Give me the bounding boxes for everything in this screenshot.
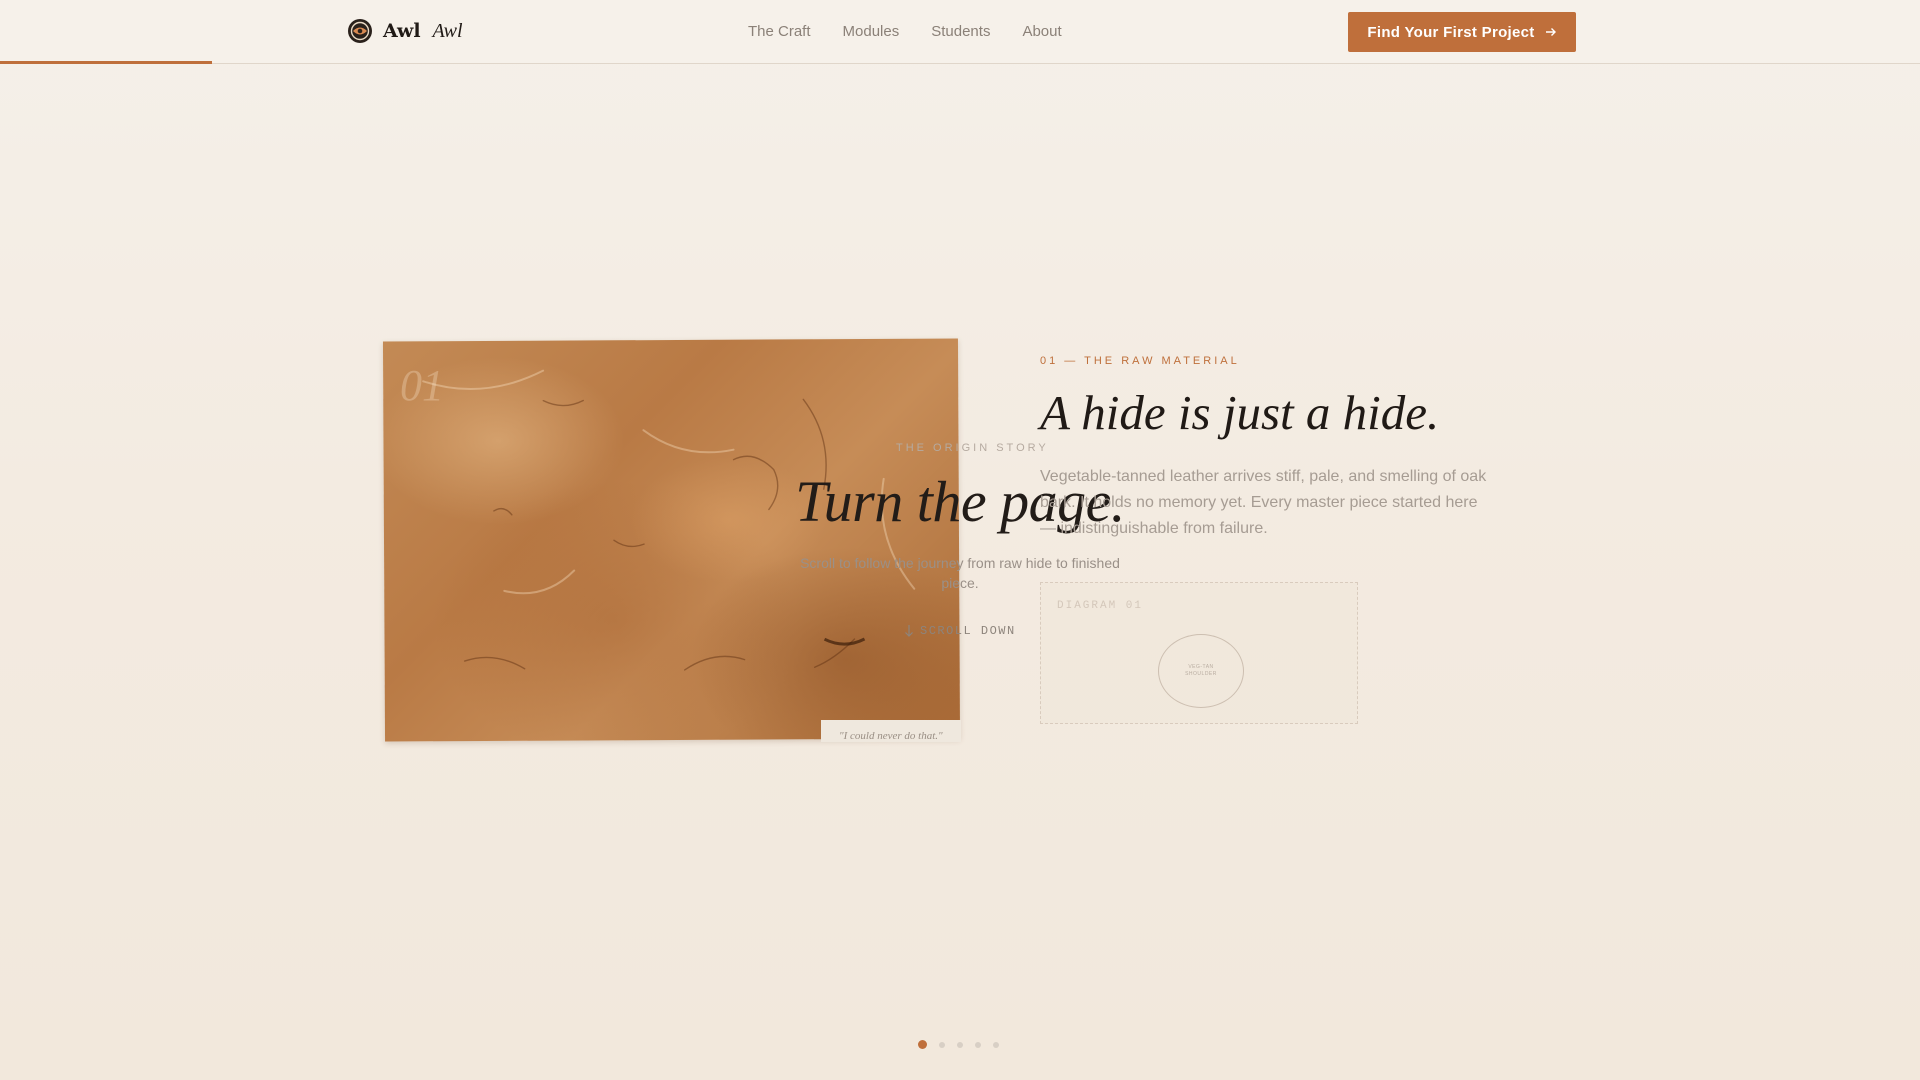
diagram-card: DIAGRAM 01 VEG-TAN SHOULDER <box>1040 582 1358 724</box>
brand-logo-link[interactable]: Awl Awl <box>347 18 463 44</box>
scroll-progress-bar <box>0 61 212 64</box>
main-nav: The Craft Modules Students About <box>748 23 1062 40</box>
pagination-dot[interactable] <box>993 1041 999 1048</box>
section-pagination <box>918 1040 999 1049</box>
pagination-dot[interactable] <box>939 1041 945 1048</box>
brand-name: Awl <box>383 20 421 42</box>
nav-item-about[interactable]: About <box>1022 23 1061 40</box>
pagination-dot-active[interactable] <box>918 1040 927 1049</box>
section-title: A hide is just a hide. <box>1040 385 1440 440</box>
photo-number: 01 <box>400 361 444 410</box>
diagram-text-line: SHOULDER <box>1185 671 1217 677</box>
cta-label: Find Your First Project <box>1367 23 1535 41</box>
nav-item-students[interactable]: Students <box>931 23 990 40</box>
section-body: Vegetable-tanned leather arrives stiff, … <box>1040 468 1487 537</box>
site-header: Awl Awl The Craft Modules Students About… <box>0 0 1920 64</box>
pagination-dot[interactable] <box>957 1041 963 1048</box>
nav-item-modules[interactable]: Modules <box>843 23 900 40</box>
diagram-text-line: VEG-TAN <box>1188 664 1214 670</box>
nav-item-the-craft[interactable]: The Craft <box>748 23 811 40</box>
scroll-down-label: SCROLL DOWN <box>920 624 1016 638</box>
leather-hide-photo <box>382 338 961 742</box>
arrow-down-icon <box>905 625 913 637</box>
diagram-label: DIAGRAM 01 <box>1057 600 1144 612</box>
hide-shape-diagram: VEG-TAN SHOULDER <box>1158 634 1244 708</box>
section-eyebrow: 01 — THE RAW MATERIAL <box>1040 355 1240 367</box>
pagination-dot[interactable] <box>975 1041 981 1048</box>
find-first-project-button[interactable]: Find Your First Project <box>1348 12 1576 52</box>
quote-card: "I could never do that." <box>821 720 961 742</box>
brand-name-alt: Awl <box>432 19 463 42</box>
scroll-down-link[interactable]: SCROLL DOWN <box>904 624 1016 638</box>
hero-eyebrow: THE ORIGIN STORY <box>896 442 1049 454</box>
compass-seal-icon <box>348 19 372 43</box>
arrow-right-icon <box>1545 28 1556 36</box>
